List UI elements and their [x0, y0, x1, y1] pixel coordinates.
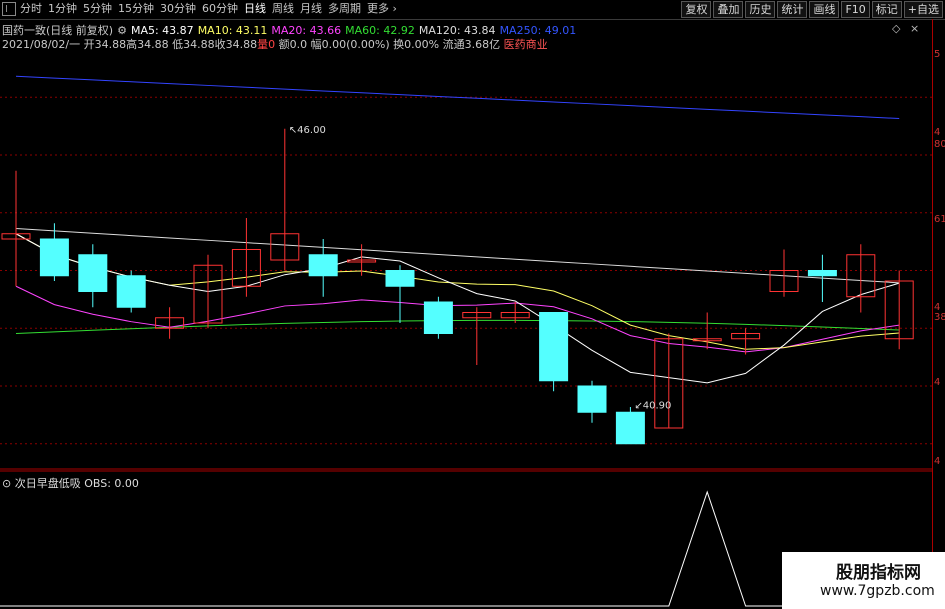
axis-tick: 4 [934, 456, 941, 467]
toolbar-buttons: 复权 叠加 历史 统计 画线 F10 标记 +自选 [679, 1, 943, 18]
period-monthly[interactable]: 月线 [300, 2, 322, 16]
period-daily[interactable]: 日线 [244, 2, 266, 16]
ma60-line [15, 319, 900, 334]
high-annotation: ↖46.00 [289, 125, 326, 136]
axis-tick: 4 [934, 377, 941, 388]
mark-button[interactable]: 标记 [871, 1, 902, 18]
period-60min[interactable]: 60分钟 [202, 2, 238, 16]
watermark-url: www.7gpzb.com [820, 583, 935, 599]
expand-icon[interactable]: ◇ [892, 22, 900, 35]
axis-tick: 5 [934, 49, 941, 60]
toolbar: 分时 1分钟 5分钟 15分钟 30分钟 60分钟 日线 周线 月线 多周期 更… [0, 0, 945, 20]
period-30min[interactable]: 30分钟 [160, 2, 196, 16]
add-watchlist-button[interactable]: +自选 [903, 1, 943, 18]
draw-button[interactable]: 画线 [809, 1, 840, 18]
candle-body [807, 270, 837, 277]
period-weekly[interactable]: 周线 [272, 2, 294, 16]
history-button[interactable]: 历史 [745, 1, 776, 18]
panel-toggle-icon[interactable] [2, 2, 16, 16]
ma120-line [15, 228, 900, 284]
candle-body [539, 312, 569, 382]
axis-tick: 61 [934, 214, 945, 225]
watermark-title: 股朋指标网 [836, 563, 921, 583]
candle-body [78, 254, 108, 292]
candlestick-chart[interactable]: ↖46.00 ↙40.90 [0, 50, 932, 470]
candle-body [308, 254, 338, 277]
candle-body [615, 411, 645, 445]
candle-body [385, 270, 415, 287]
period-more[interactable]: 更多 › [367, 2, 397, 16]
period-fenshi[interactable]: 分时 [20, 2, 42, 16]
price-axis: 5 4 80 61 4 38 4 4 [932, 19, 945, 609]
axis-tick: 4 [934, 127, 941, 138]
f10-button[interactable]: F10 [841, 1, 870, 18]
overlay-button[interactable]: 叠加 [713, 1, 744, 18]
fuquan-button[interactable]: 复权 [681, 1, 712, 18]
period-15min[interactable]: 15分钟 [118, 2, 154, 16]
candle-body [577, 385, 607, 413]
period-bar: 分时 1分钟 5分钟 15分钟 30分钟 60分钟 日线 周线 月线 多周期 更… [2, 2, 403, 16]
chevron-right-icon: › [389, 2, 397, 15]
period-5min[interactable]: 5分钟 [83, 2, 112, 16]
period-multi[interactable]: 多周期 [328, 2, 361, 16]
axis-tick: 38 [934, 312, 945, 323]
candle-body [423, 301, 453, 334]
candle-body [116, 275, 146, 308]
period-more-label: 更多 [367, 2, 389, 15]
ma20-line [15, 285, 900, 353]
stats-button[interactable]: 统计 [777, 1, 808, 18]
low-annotation: ↙40.90 [634, 401, 671, 412]
period-1min[interactable]: 1分钟 [48, 2, 77, 16]
axis-tick: 80 [934, 139, 945, 150]
close-icon[interactable]: × [910, 22, 919, 35]
ma10-line [15, 233, 900, 350]
candle-body [39, 238, 69, 277]
